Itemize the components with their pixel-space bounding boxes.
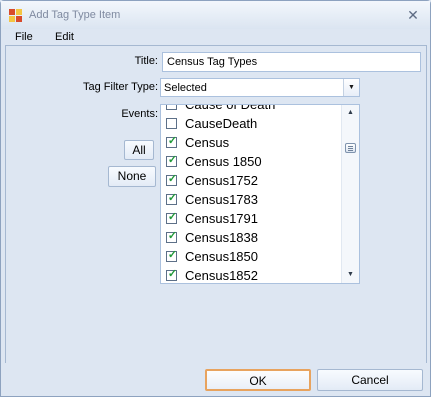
event-checkbox[interactable]: ✓ <box>166 230 178 243</box>
events-label: Events: <box>121 108 158 120</box>
menu-edit[interactable]: Edit <box>53 31 76 43</box>
title-label: Title: <box>134 55 158 67</box>
checkmark-icon: ✓ <box>167 154 178 166</box>
dialog-window: Add Tag Type Item ✕ File Edit Title: Cen… <box>0 0 431 397</box>
menu-bar: File Edit <box>1 29 430 45</box>
event-checkbox[interactable]: ✓ <box>166 192 178 205</box>
checkmark-icon: ✓ <box>167 249 178 261</box>
form-panel: Title: Census Tag Types Tag Filter Type:… <box>5 45 427 365</box>
title-bar[interactable]: Add Tag Type Item ✕ <box>1 1 430 30</box>
events-list-inner: Cause of Death CauseDeath ✓ Census ✓ Census 1… <box>161 104 343 283</box>
event-label: Census <box>185 135 230 150</box>
event-label: Census1791 <box>185 211 258 226</box>
checkmark-icon: ✓ <box>167 173 178 185</box>
title-input[interactable]: Census Tag Types <box>162 52 421 72</box>
ok-button[interactable]: OK <box>205 369 311 391</box>
checkmark-icon: ✓ <box>167 211 178 223</box>
event-label: Census1852 <box>185 268 258 283</box>
events-checklist[interactable]: Cause of Death CauseDeath ✓ Census ✓ Census 1… <box>160 104 360 284</box>
event-label: Cause of Death <box>185 104 276 112</box>
menu-file[interactable]: File <box>13 31 35 43</box>
checkmark-icon: ✓ <box>167 268 178 280</box>
scroll-down-icon[interactable]: ▼ <box>342 267 359 283</box>
event-label: Census1783 <box>185 192 258 207</box>
event-list-item[interactable]: Cause of Death <box>161 104 343 115</box>
event-list-item[interactable]: ✓ Census1783 <box>161 191 343 210</box>
select-all-button[interactable]: All <box>124 140 154 160</box>
close-icon[interactable]: ✕ <box>405 7 421 23</box>
event-label: CauseDeath <box>185 116 258 131</box>
event-checkbox[interactable]: ✓ <box>166 249 178 262</box>
app-icon <box>9 9 22 22</box>
event-checkbox[interactable] <box>166 118 177 129</box>
event-list-item[interactable]: ✓ Census1850 <box>161 248 343 267</box>
event-label: Census1850 <box>185 249 258 264</box>
checkmark-icon: ✓ <box>167 135 178 147</box>
event-label: Census 1850 <box>185 154 262 169</box>
event-list-item[interactable]: ✓ Census1752 <box>161 172 343 191</box>
event-checkbox[interactable]: ✓ <box>166 268 178 281</box>
window-title: Add Tag Type Item <box>29 9 121 21</box>
tag-filter-type-select[interactable]: Selected ▼ <box>160 78 360 97</box>
event-label: Census1838 <box>185 230 258 245</box>
event-list-item[interactable]: ✓ Census <box>161 134 343 153</box>
select-none-button[interactable]: None <box>108 166 156 187</box>
event-checkbox[interactable]: ✓ <box>166 154 178 167</box>
event-list-item[interactable]: ✓ Census 1850 <box>161 153 343 172</box>
event-list-item[interactable]: ✓ Census1791 <box>161 210 343 229</box>
event-checkbox[interactable]: ✓ <box>166 135 178 148</box>
dialog-footer: OK Cancel <box>1 363 430 396</box>
checkmark-icon: ✓ <box>167 230 178 242</box>
event-list-item[interactable]: ✓ Census1838 <box>161 229 343 248</box>
event-checkbox[interactable]: ✓ <box>166 211 178 224</box>
checkmark-icon: ✓ <box>167 192 178 204</box>
cancel-button[interactable]: Cancel <box>317 369 423 391</box>
event-list-item[interactable]: ✓ Census1852 <box>161 267 343 283</box>
scroll-up-icon[interactable]: ▲ <box>342 105 359 121</box>
event-label: Census1752 <box>185 173 258 188</box>
scroll-thumb[interactable] <box>345 143 356 153</box>
event-checkbox[interactable] <box>166 105 177 110</box>
tag-filter-type-value: Selected <box>164 82 207 94</box>
event-checkbox[interactable]: ✓ <box>166 173 178 186</box>
event-list-item[interactable]: CauseDeath <box>161 115 343 134</box>
tag-filter-type-label: Tag Filter Type: <box>83 81 158 93</box>
events-scrollbar[interactable]: ▲ ▼ <box>341 105 359 283</box>
chevron-down-icon[interactable]: ▼ <box>343 79 359 96</box>
